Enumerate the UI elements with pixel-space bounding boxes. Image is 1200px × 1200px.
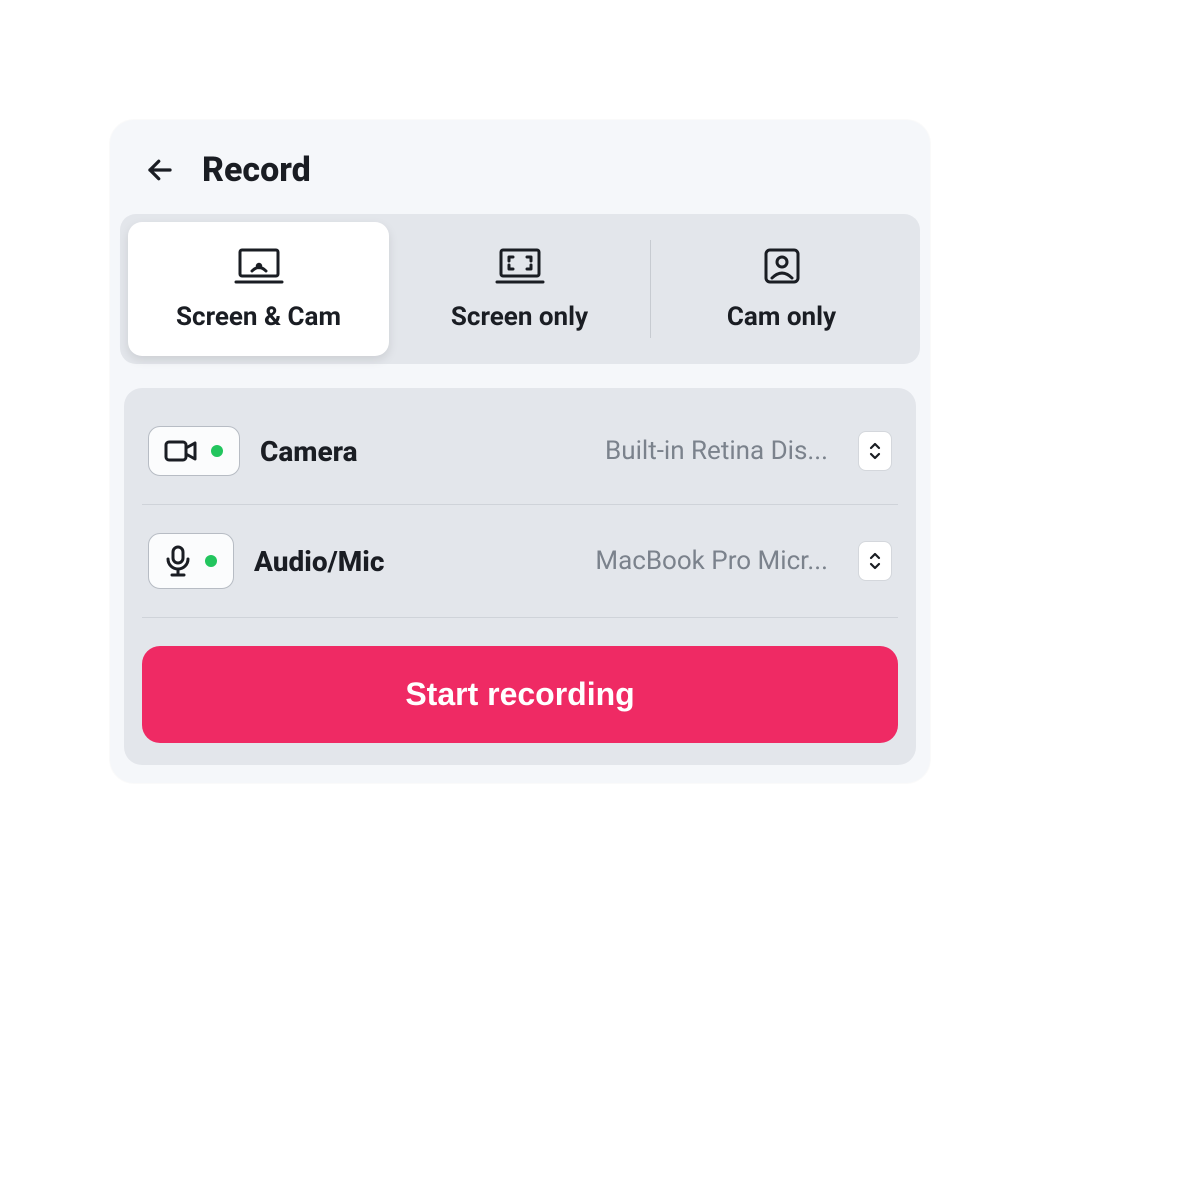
camera-select[interactable] — [858, 431, 892, 471]
page-title: Record — [202, 150, 311, 190]
device-settings: Camera Built-in Retina Dis... A — [124, 388, 916, 765]
start-recording-button[interactable]: Start recording — [142, 646, 898, 743]
screen-only-icon — [493, 244, 547, 288]
audio-label: Audio/Mic — [254, 545, 384, 578]
camera-toggle[interactable] — [148, 426, 240, 476]
audio-row: Audio/Mic MacBook Pro Micr... — [142, 505, 898, 618]
tab-screen-cam[interactable]: Screen & Cam — [128, 222, 389, 356]
status-dot-on — [205, 555, 217, 567]
panel-header: Record — [110, 120, 930, 214]
camera-value: Built-in Retina Dis... — [605, 436, 828, 466]
chevron-up-down-icon — [867, 550, 883, 572]
camera-icon — [163, 437, 199, 465]
screen-cam-icon — [232, 244, 286, 288]
arrow-left-icon — [145, 155, 175, 185]
tab-cam-only[interactable]: Cam only — [651, 222, 912, 356]
cam-only-icon — [758, 244, 806, 288]
camera-label: Camera — [260, 435, 358, 468]
mode-tabs: Screen & Cam Screen only — [120, 214, 920, 364]
audio-toggle[interactable] — [148, 533, 234, 589]
tab-label: Cam only — [727, 302, 836, 332]
tab-screen-only[interactable]: Screen only — [389, 222, 650, 356]
tab-label: Screen & Cam — [176, 302, 341, 332]
chevron-up-down-icon — [867, 440, 883, 462]
record-panel: Record Screen & Cam — [110, 120, 930, 783]
status-dot-on — [211, 445, 223, 457]
camera-row: Camera Built-in Retina Dis... — [142, 398, 898, 505]
audio-select[interactable] — [858, 541, 892, 581]
audio-value: MacBook Pro Micr... — [595, 546, 828, 576]
tab-label: Screen only — [451, 302, 588, 332]
microphone-icon — [163, 544, 193, 578]
back-button[interactable] — [140, 150, 180, 190]
